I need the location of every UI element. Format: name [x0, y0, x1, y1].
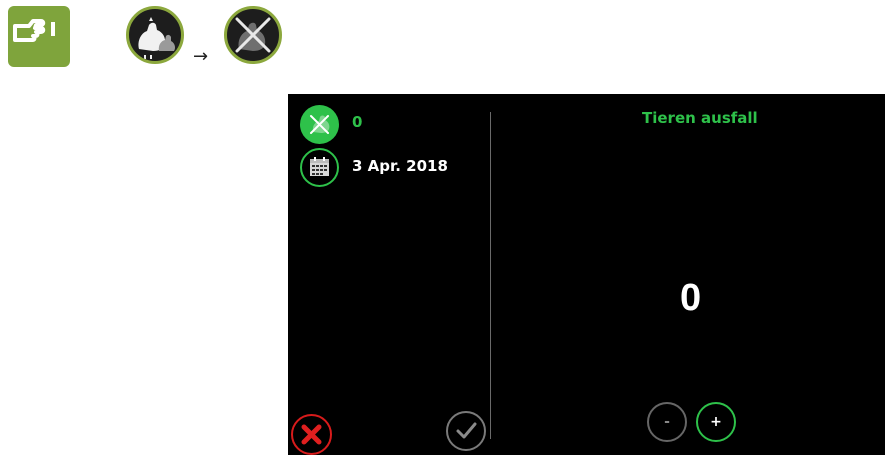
mortality-icon-button[interactable] [300, 105, 339, 144]
mortality-value: 0 [352, 113, 363, 131]
pointing-hand-icon [13, 19, 55, 42]
dead-chicken-icon [224, 6, 282, 64]
flow-arrow: → [193, 46, 209, 67]
chickens-icon [126, 6, 184, 64]
cancel-button[interactable] [291, 414, 332, 455]
checkmark-icon [456, 422, 477, 439]
dead-chicken-icon [310, 115, 330, 134]
panel-divider [490, 112, 491, 439]
date-picker-button[interactable] [300, 148, 339, 187]
confirm-button[interactable] [446, 411, 486, 451]
counter-value: 0 [680, 277, 702, 319]
pointing-hand-tile[interactable] [8, 6, 70, 67]
mortality-entry-panel: 0 3 Apr. 2018 Tieren ausfall 0 - + [288, 94, 885, 455]
decrement-button[interactable]: - [647, 402, 687, 442]
screen-title: Tieren ausfall [642, 109, 758, 127]
increment-button[interactable]: + [696, 402, 736, 442]
date-value: 3 Apr. 2018 [352, 157, 448, 175]
close-icon [301, 424, 322, 445]
calendar-icon [310, 157, 329, 176]
